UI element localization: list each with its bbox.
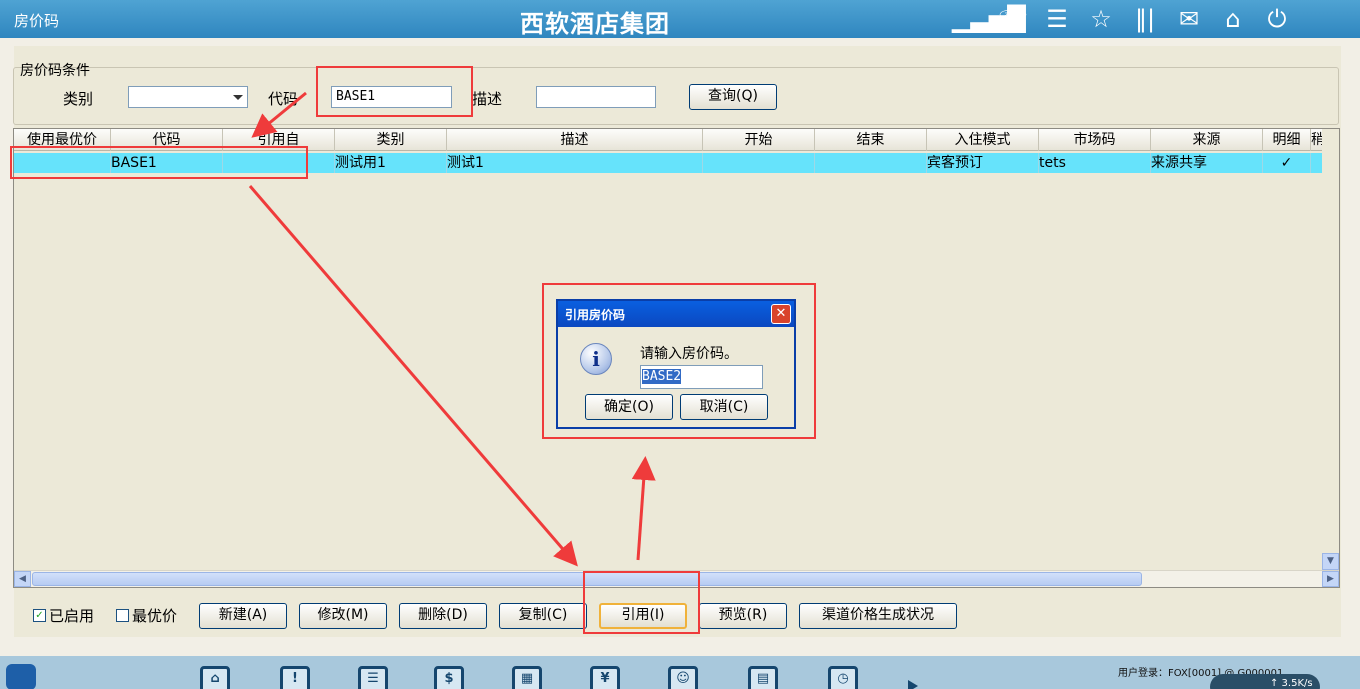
start-logo-icon[interactable] (6, 664, 36, 689)
arrow-to-dialog (631, 456, 656, 561)
network-speed: ↑ 3.5K/s (1210, 674, 1320, 689)
taskbar: ⌂ ! ☰ $ ▦ ¥ ☺ ▤ ◷ 用户登录：FOX[0001] @ G0000… (0, 656, 1360, 689)
yen-icon[interactable]: ¥ (590, 666, 620, 689)
dollar-icon[interactable]: $ (434, 666, 464, 689)
alert-icon[interactable]: ! (280, 666, 310, 689)
annotation-arrows (248, 91, 656, 567)
clock-icon[interactable]: ◷ (828, 666, 858, 689)
guest-icon[interactable]: ☺ (668, 666, 698, 689)
next-arrow-icon[interactable] (908, 680, 918, 689)
report-icon[interactable]: ▤ (748, 666, 778, 689)
home-icon[interactable]: ⌂ (200, 666, 230, 689)
arrow-to-row (251, 91, 307, 138)
arrow-to-button (248, 185, 578, 567)
calendar-icon[interactable]: ▦ (512, 666, 542, 689)
list-icon[interactable]: ☰ (358, 666, 388, 689)
